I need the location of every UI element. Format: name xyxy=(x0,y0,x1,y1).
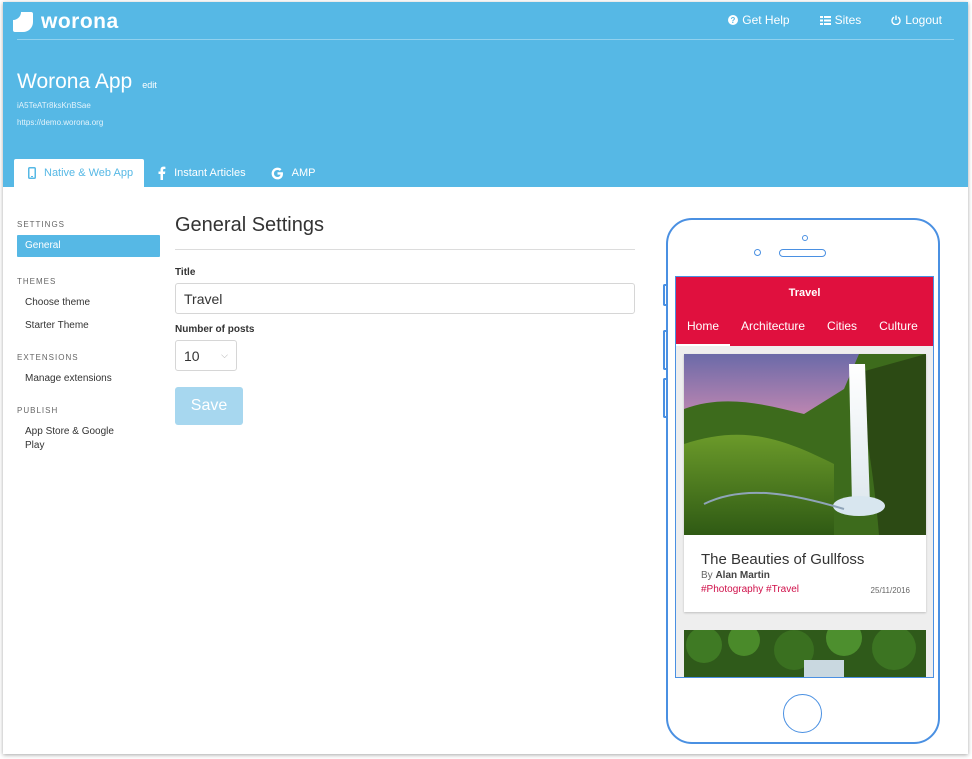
sidebar-item-general[interactable]: General xyxy=(17,235,160,257)
phone-preview: Travel Home Architecture Cities Culture xyxy=(663,218,940,744)
waterfall-photo xyxy=(684,354,926,535)
title-input[interactable] xyxy=(175,283,635,314)
sites-label: Sites xyxy=(834,13,862,27)
preview-app-bar: Travel Home Architecture Cities Culture xyxy=(676,277,933,346)
app-window: worona ? Get Help Sites Logout Worona Ap… xyxy=(3,2,968,754)
page-title: General Settings xyxy=(175,214,324,236)
phone-side-button xyxy=(663,378,667,418)
phone-camera-icon xyxy=(802,235,808,241)
post-card[interactable]: The Beauties of Gullfoss By Alan Martin … xyxy=(684,354,926,612)
tab-amp[interactable]: AMP xyxy=(257,159,327,187)
preview-menu: Home Architecture Cities Culture xyxy=(676,319,929,346)
sidebar-item-app-store[interactable]: App Store & Google Play xyxy=(17,421,137,457)
post-tags[interactable]: #Photography #Travel xyxy=(701,584,799,595)
app-url: https://demo.worona.org xyxy=(17,118,104,127)
preview-site-title: Travel xyxy=(788,287,821,299)
grid-list-icon xyxy=(819,15,831,25)
phone-speaker-icon xyxy=(779,249,826,257)
tab-label: Native & Web App xyxy=(44,167,134,179)
post-title: The Beauties of Gullfoss xyxy=(701,551,865,568)
svg-text:?: ? xyxy=(731,16,736,25)
google-icon xyxy=(271,167,283,179)
phone-home-button xyxy=(783,694,822,733)
preview-menu-cities[interactable]: Cities xyxy=(816,319,868,346)
top-nav: ? Get Help Sites Logout xyxy=(728,13,942,27)
phone-side-button xyxy=(663,330,667,370)
tab-instant-articles[interactable]: Instant Articles xyxy=(144,159,257,187)
chevron-down-icon: ⌵ xyxy=(221,350,228,360)
author-name: Alan Martin xyxy=(715,570,770,581)
get-help-label: Get Help xyxy=(742,13,790,27)
second-post-photo xyxy=(684,630,926,677)
sidebar-item-manage-extensions[interactable]: Manage extensions xyxy=(17,368,160,390)
power-icon xyxy=(891,15,901,25)
sites-link[interactable]: Sites xyxy=(819,13,862,27)
tab-label: Instant Articles xyxy=(174,167,246,179)
title-label: Title xyxy=(175,267,196,278)
author-prefix: By xyxy=(701,570,713,581)
save-button[interactable]: Save xyxy=(175,387,243,425)
posts-value: 10 xyxy=(184,347,200,364)
title-divider xyxy=(175,249,635,250)
phone-screen: Travel Home Architecture Cities Culture xyxy=(675,276,934,678)
logo-text: worona xyxy=(41,10,119,33)
preview-menu-architecture[interactable]: Architecture xyxy=(730,319,816,346)
facebook-icon xyxy=(158,166,166,180)
post-author: By Alan Martin xyxy=(701,570,770,581)
app-id: iA5TeATr8ksKnBSae xyxy=(17,101,91,110)
number-of-posts-select[interactable]: 10 ⌵ xyxy=(175,340,237,371)
sidebar-heading-themes: THEMES xyxy=(17,277,57,286)
app-name: Worona App xyxy=(17,70,133,93)
phone-side-button xyxy=(663,284,667,306)
posts-label: Number of posts xyxy=(175,324,255,335)
question-circle-icon: ? xyxy=(728,15,739,25)
tab-native-web-app[interactable]: Native & Web App xyxy=(14,159,145,187)
logout-link[interactable]: Logout xyxy=(891,13,942,27)
preview-menu-home[interactable]: Home xyxy=(676,319,731,346)
settings-sidebar: SETTINGS General THEMES Choose theme Sta… xyxy=(17,220,160,457)
get-help-link[interactable]: ? Get Help xyxy=(728,13,790,27)
sidebar-item-starter-theme[interactable]: Starter Theme xyxy=(17,315,160,337)
logout-label: Logout xyxy=(905,13,942,27)
phone-sensor-icon xyxy=(754,249,761,256)
tab-label: AMP xyxy=(291,167,316,179)
sidebar-item-choose-theme[interactable]: Choose theme xyxy=(17,292,160,314)
logo-mark-icon xyxy=(13,12,33,32)
post-date: 25/11/2016 xyxy=(870,586,910,595)
header-divider xyxy=(17,39,954,40)
logo[interactable]: worona xyxy=(13,10,119,34)
header: worona ? Get Help Sites Logout Worona Ap… xyxy=(3,2,968,187)
sidebar-heading-publish: PUBLISH xyxy=(17,406,59,415)
platform-tabs: Native & Web App Instant Articles AMP xyxy=(14,159,326,187)
sidebar-heading-settings: SETTINGS xyxy=(17,220,66,229)
mobile-phone-icon xyxy=(28,167,36,179)
general-settings-form: General Settings Title Number of posts 1… xyxy=(175,214,635,425)
preview-menu-culture[interactable]: Culture xyxy=(868,319,929,346)
edit-app-link[interactable]: edit xyxy=(142,80,157,90)
sidebar-heading-extensions: EXTENSIONS xyxy=(17,353,79,362)
app-title: Worona App edit xyxy=(17,70,157,94)
